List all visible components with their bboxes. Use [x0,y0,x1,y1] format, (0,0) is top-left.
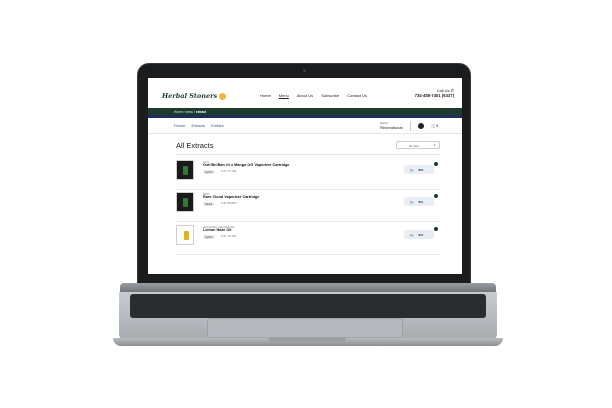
main-nav: Home Menu About Us Subscribe Contact Us [260,93,374,98]
nav-menu[interactable]: Menu [279,93,289,98]
keyboard [130,294,486,318]
product-name[interactable]: Rare Cloud Vaporizer Cartridge [203,195,259,199]
menu-type-select[interactable]: Recreational [380,125,402,130]
product-image[interactable] [176,225,194,245]
price-button[interactable]: 1g $15 [404,230,434,239]
divider [176,154,440,155]
site-header: Herbal Stoners Home Menu About Us Subscr… [148,78,462,108]
product-card[interactable]: OZZI Rare Cloud Vaporizer Cartridge Sati… [176,192,440,222]
product-name[interactable]: Ooh'Bn'Ban #4 x Mango OG Vaporizer Cartr… [203,163,289,167]
thc-value: THC: 40.45% [221,235,237,238]
page-title: All Extracts [176,141,214,150]
price-button[interactable]: 1g $51 [404,197,434,206]
phone-number[interactable]: 734-458-7401 (6337) [415,93,454,98]
cartridge-icon [183,198,188,207]
chevron-down-icon: ▾ [433,143,435,147]
breadcrumb-bar: Home / menu / extract [148,108,462,115]
laptop-screen: Herbal Stoners Home Menu About Us Subscr… [148,78,462,274]
divider [410,121,411,131]
cartridge-icon [183,166,188,175]
nav-contact-us[interactable]: Contact Us [347,93,367,98]
cart-button[interactable]: 🛒0 [431,123,438,128]
nav-subscribe[interactable]: Subscribe [321,93,339,98]
product-card[interactable]: Ozzi Ooh'Bn'Ban #4 x Mango OG Vaporizer … [176,160,440,190]
trackpad [207,318,403,338]
main-content: All Extracts No Sort ▾ Ozzi Ooh'Bn'Ban #4… [148,134,462,274]
add-to-cart-icon[interactable] [434,194,438,198]
call-us[interactable]: Call Us ✆ 734-458-7401 (6337) [415,88,454,98]
product-card[interactable]: Herbal Nau Cannabarinic Lemon Haze Oil H… [176,225,440,255]
add-to-cart-icon[interactable] [434,162,438,166]
strain-badge: Hybrid [203,170,215,174]
laptop-lid: Herbal Stoners Home Menu About Us Subscr… [137,63,471,292]
product-image[interactable] [176,160,194,180]
strain-badge: Hybrid [203,235,215,239]
category-edibles[interactable]: Edibles [211,124,223,128]
category-flower[interactable]: Flower [174,124,185,128]
user-icon[interactable] [418,123,424,129]
strain-badge: Sativa [203,202,215,206]
logo-emoji-icon [219,92,227,100]
sort-label: No Sort [409,143,420,148]
cart-count: 0 [435,123,439,128]
breadcrumb: Home / menu / extract [174,109,207,114]
camera [303,69,306,72]
price-button[interactable]: 1g $50 [404,165,434,174]
category-links: Flower Extracts Edibles [174,124,229,128]
add-to-cart-icon[interactable] [434,227,438,231]
thc-value: THC: 47.79% [221,170,237,173]
product-image[interactable] [176,192,194,212]
nav-home[interactable]: Home [260,93,271,98]
category-nav: Flower Extracts Edibles MENU Recreationa… [148,118,462,134]
sort-select[interactable]: No Sort ▾ [396,141,440,149]
nav-about-us[interactable]: About Us [297,93,313,98]
site-logo[interactable]: Herbal Stoners [162,92,227,100]
product-name[interactable]: Lemon Haze Oil [203,228,231,232]
category-extracts[interactable]: Extracts [191,124,205,128]
lid-notch [268,338,346,342]
oil-bottle-icon [184,231,189,240]
thc-value: THC: 86.88% [221,202,237,205]
